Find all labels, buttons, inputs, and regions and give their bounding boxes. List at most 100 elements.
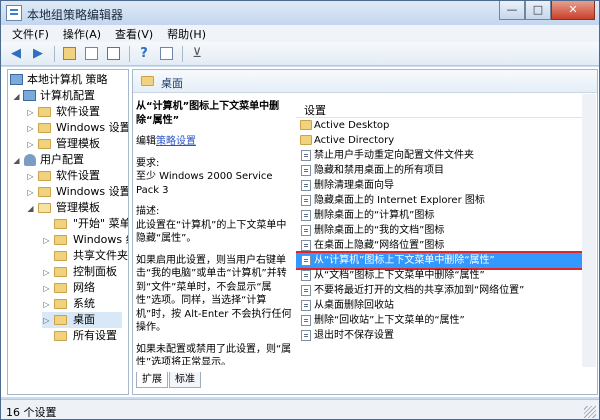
expand-arrow-icon[interactable]: ▷ <box>42 284 51 293</box>
tree-item-desktop[interactable]: ▷ 桌面 <box>42 312 122 328</box>
tree-item-user-software-settings[interactable]: ▷ 软件设置 <box>26 168 100 184</box>
description-text-3: 如果未配置或禁用了此设置，则“属性”选项将正常显示。 <box>136 343 292 366</box>
settings-count: 16 个设置 <box>6 406 57 419</box>
tab-extended[interactable]: 扩展 <box>136 372 168 388</box>
collapse-arrow-icon[interactable]: ◢ <box>12 156 21 165</box>
tree-item-user-admin-templates[interactable]: ◢ 管理模板 <box>26 200 100 216</box>
folder-icon <box>38 107 51 117</box>
vertical-scrollbar[interactable] <box>582 94 596 367</box>
policy-setting-icon <box>301 255 311 266</box>
help-icon[interactable]: ? <box>134 45 154 63</box>
edit-policy-link[interactable]: 策略设置 <box>156 136 196 147</box>
list-item[interactable]: 删除“回收站”上下文菜单的“属性” <box>296 313 596 328</box>
requirement-value: 至少 Windows 2000 Service Pack 3 <box>136 171 273 196</box>
list-item[interactable]: 隐藏和禁用桌面上的所有项目 <box>296 163 596 178</box>
settings-list: 设置 Active Desktop Active Directory 禁止用户手… <box>296 98 596 364</box>
up-folder-icon[interactable] <box>59 45 79 63</box>
properties-icon[interactable] <box>156 45 176 63</box>
show-hide-tree-icon[interactable] <box>81 45 101 63</box>
edit-prefix: 编辑 <box>136 136 156 147</box>
policy-setting-icon <box>301 240 311 251</box>
expand-arrow-icon[interactable]: ▷ <box>42 316 51 325</box>
folder-icon <box>38 123 51 133</box>
list-item[interactable]: 删除清理桌面向导 <box>296 178 596 193</box>
list-item[interactable]: 从桌面删除回收站 <box>296 298 596 313</box>
export-list-icon[interactable] <box>103 45 123 63</box>
policy-icon <box>10 74 23 85</box>
tree-item-windows-components[interactable]: ▷ Windows 组 <box>42 232 128 248</box>
list-item-selected[interactable]: 从“计算机”图标上下文菜单中删除“属性” <box>296 251 596 270</box>
tree-item-admin-templates[interactable]: ▷ 管理模板 <box>26 136 100 152</box>
folder-icon <box>38 139 51 149</box>
details-header: 桌面 <box>133 70 597 93</box>
expand-arrow-icon[interactable]: ▷ <box>26 140 35 149</box>
list-item-label: 从“文档”图标上下文菜单中删除“属性” <box>314 270 485 281</box>
navigation-tree: 本地计算机 策略 ◢ 计算机配置 ▷ 软件设置 ▷ Windows 设置 ▷ 管… <box>7 69 129 395</box>
expand-arrow-icon[interactable]: ▷ <box>26 108 35 117</box>
tree-item-root[interactable]: 本地计算机 策略 <box>10 72 108 88</box>
back-arrow-icon[interactable]: ◀ <box>6 45 26 63</box>
list-item-label: 从“计算机”图标上下文菜单中删除“属性” <box>314 255 495 266</box>
folder-icon <box>54 219 67 229</box>
menu-help[interactable]: 帮助(H) <box>160 25 213 42</box>
tree-item-all-settings[interactable]: 所有设置 <box>54 328 117 344</box>
list-item[interactable]: Active Directory <box>296 133 596 148</box>
collapse-arrow-icon[interactable]: ◢ <box>26 204 35 213</box>
list-item[interactable]: 隐藏桌面上的 Internet Explorer 图标 <box>296 193 596 208</box>
expand-arrow-icon[interactable]: ▷ <box>26 124 35 133</box>
policy-description: 从“计算机”图标上下文菜单中删除“属性” 编辑策略设置 要求: 至少 Window… <box>136 100 296 365</box>
expand-arrow-icon[interactable]: ▷ <box>26 188 35 197</box>
details-pane: 桌面 从“计算机”图标上下文菜单中删除“属性” 编辑策略设置 要求: 至少 Win… <box>132 69 598 395</box>
description: 描述: 此设置在“计算机”的上下文菜单中隐藏“属性”。 <box>136 205 296 246</box>
toolbar: ◀ ▶ ? ⊻ <box>1 42 599 66</box>
requirement-label: 要求: <box>136 157 160 169</box>
requirement: 要求: 至少 Windows 2000 Service Pack 3 <box>136 157 296 198</box>
tree-item-user-config[interactable]: ◢ 用户配置 <box>12 152 84 168</box>
description-text-1: 此设置在“计算机”的上下文菜单中隐藏“属性”。 <box>136 219 287 245</box>
list-item[interactable]: 禁止用户手动重定向配置文件文件夹 <box>296 148 596 163</box>
expand-arrow-icon[interactable]: ▷ <box>42 300 51 309</box>
tree-item-computer-config[interactable]: ◢ 计算机配置 <box>12 88 95 104</box>
list-item[interactable]: 退出时不保存设置 <box>296 328 596 343</box>
list-item[interactable]: 删除桌面上的“计算机”图标 <box>296 208 596 223</box>
tree-item-system[interactable]: ▷ 系统 <box>42 296 95 312</box>
list-item-label: 从桌面删除回收站 <box>314 300 394 311</box>
expand-arrow-icon[interactable]: ▷ <box>42 236 51 245</box>
list-item[interactable]: Active Desktop <box>296 118 596 133</box>
tab-standard[interactable]: 标准 <box>169 372 201 388</box>
policy-editor-icon <box>6 5 22 21</box>
list-item[interactable]: 从“文档”图标上下文菜单中删除“属性” <box>296 268 596 283</box>
list-item[interactable]: 删除桌面上的“我的文档”图标 <box>296 223 596 238</box>
tree-item-network[interactable]: ▷ 网络 <box>42 280 95 296</box>
folder-icon <box>54 283 67 293</box>
tree-item-user-windows-settings[interactable]: ▷ Windows 设置 <box>26 184 128 200</box>
tree-item-software-settings[interactable]: ▷ 软件设置 <box>26 104 100 120</box>
tree-item-shared-folders[interactable]: 共享文件夹 <box>54 248 128 264</box>
column-header-setting[interactable]: 设置 <box>296 98 596 118</box>
list-item[interactable]: 在桌面上隐藏“网络位置”图标 <box>296 238 596 253</box>
filter-icon[interactable]: ⊻ <box>187 45 207 63</box>
minimize-button[interactable]: — <box>499 1 525 20</box>
tree-item-start-menu[interactable]: "开始" 菜单 <box>54 216 128 232</box>
policy-setting-icon <box>301 210 311 221</box>
menu-view[interactable]: 查看(V) <box>108 25 160 42</box>
policy-setting-icon <box>301 270 311 281</box>
menu-action[interactable]: 操作(A) <box>56 25 108 42</box>
resize-grip-icon[interactable] <box>584 406 596 418</box>
close-button[interactable]: ✕ <box>551 1 595 20</box>
expand-arrow-icon[interactable]: ▷ <box>26 172 35 181</box>
forward-arrow-icon[interactable]: ▶ <box>28 45 48 63</box>
list-item-label: 隐藏和禁用桌面上的所有项目 <box>314 165 444 176</box>
expand-arrow-icon[interactable]: ▷ <box>42 268 51 277</box>
policy-setting-icon <box>301 165 311 176</box>
policy-setting-icon <box>301 285 311 296</box>
list-item[interactable]: 不要将最近打开的文档的共享添加到“网络位置” <box>296 283 596 298</box>
tree-item-control-panel[interactable]: ▷ 控制面板 <box>42 264 117 280</box>
toolbar-separator <box>182 45 183 62</box>
maximize-button[interactable]: □ <box>525 1 551 20</box>
tree-item-windows-settings[interactable]: ▷ Windows 设置 <box>26 120 128 136</box>
toolbar-separator <box>129 45 130 62</box>
policy-setting-icon <box>301 315 311 326</box>
collapse-arrow-icon[interactable]: ◢ <box>12 92 21 101</box>
menu-file[interactable]: 文件(F) <box>5 25 56 42</box>
